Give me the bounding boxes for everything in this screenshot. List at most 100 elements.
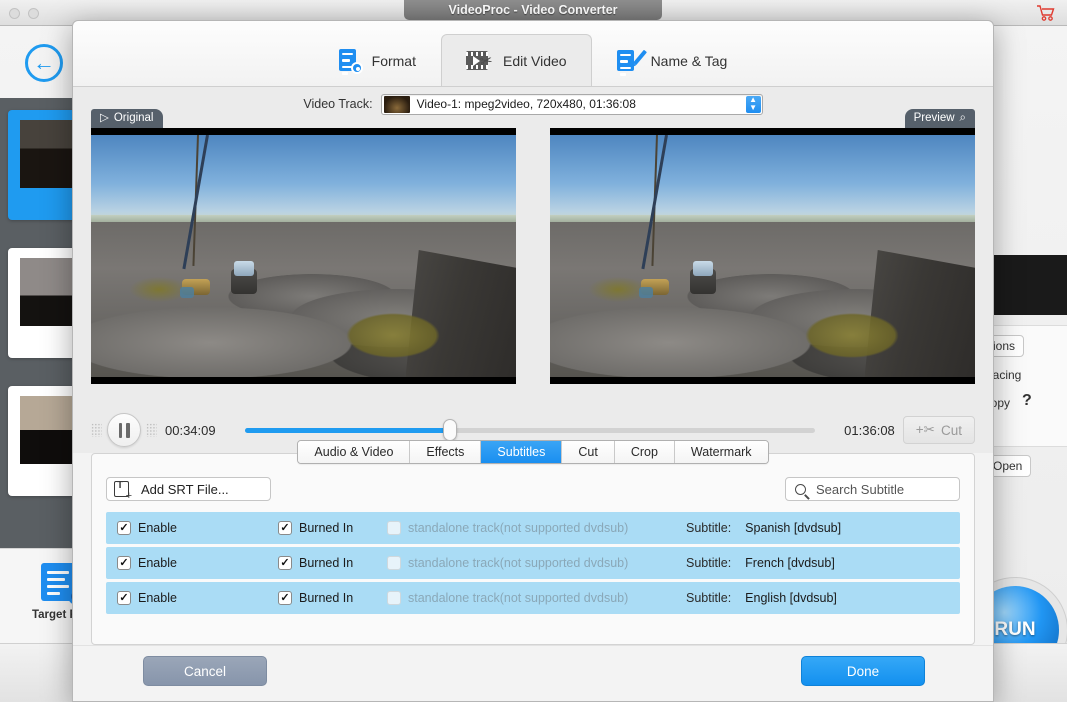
burned-in-label: Burned In	[299, 591, 354, 605]
standalone-checkbox-cell: standalone track(not supported dvdsub)	[387, 556, 628, 570]
shopping-cart-icon[interactable]	[1037, 5, 1055, 21]
original-badge[interactable]: ▷ Original	[91, 109, 163, 128]
edit-tab-cut[interactable]: Cut	[562, 441, 615, 463]
subtitle-name-cell: Subtitle: Spanish [dvdsub]	[686, 521, 841, 535]
help-icon[interactable]: ?	[1022, 392, 1032, 410]
video-track-value: Video-1: mpeg2video, 720x480, 01:36:08	[416, 97, 636, 111]
video-track-row: Video Track: Video-1: mpeg2video, 720x48…	[73, 87, 993, 121]
edit-tab-bar: Audio & Video Effects Subtitles Cut Crop…	[92, 440, 974, 464]
timeline-knob[interactable]	[443, 419, 458, 441]
enable-checkbox[interactable]	[117, 556, 131, 570]
window-traffic-lights[interactable]	[9, 8, 39, 19]
tab-format[interactable]: Format	[314, 34, 441, 86]
stepper-down-icon: ▼	[749, 103, 758, 112]
play-triangle-icon: ▷	[100, 112, 109, 124]
tab-format-label: Format	[371, 52, 416, 69]
add-srt-file-button[interactable]: + Add SRT File...	[106, 477, 271, 502]
burned-in-label: Burned In	[299, 521, 354, 535]
burned-in-checkbox[interactable]	[278, 521, 292, 535]
table-row[interactable]: Enable Burned In standalone track(not su…	[106, 512, 960, 544]
preview-badge-label: Preview	[913, 112, 955, 124]
search-subtitle-box[interactable]: Search Subtitle	[785, 477, 960, 501]
subtitle-toolbar: + Add SRT File... Search Subtitle	[106, 476, 960, 502]
cancel-button[interactable]: Cancel	[143, 656, 267, 686]
preview-area: ▷ Original Preview ⌕	[73, 109, 993, 407]
standalone-checkbox	[387, 556, 401, 570]
subtitle-value: French [dvdsub]	[745, 556, 835, 570]
search-icon	[795, 483, 806, 495]
enable-label: Enable	[138, 556, 177, 570]
film-scissors-icon: ✂	[465, 50, 494, 72]
tab-name-and-tag[interactable]: Name & Tag	[592, 34, 753, 86]
video-track-stepper[interactable]: ▲ ▼	[745, 95, 761, 113]
edit-tab-effects[interactable]: Effects	[410, 441, 482, 463]
output-video-frame	[550, 135, 975, 377]
video-track-select[interactable]: Video-1: mpeg2video, 720x480, 01:36:08 ▲…	[380, 93, 763, 115]
burned-in-checkbox-cell[interactable]: Burned In	[278, 556, 353, 570]
tab-edit-video-label: Edit Video	[502, 52, 567, 69]
burned-in-checkbox[interactable]	[278, 591, 292, 605]
burned-in-checkbox-cell[interactable]: Burned In	[278, 591, 353, 605]
standalone-label: standalone track(not supported dvdsub)	[408, 521, 629, 535]
enable-checkbox[interactable]	[117, 591, 131, 605]
enable-checkbox-cell[interactable]: Enable	[117, 591, 177, 605]
subtitle-value: English [dvdsub]	[745, 591, 837, 605]
done-button[interactable]: Done	[801, 656, 925, 686]
video-track-label: Video Track:	[303, 97, 373, 111]
left-grip-handle[interactable]	[91, 423, 102, 437]
search-subtitle-placeholder: Search Subtitle	[816, 481, 905, 497]
format-doc-gear-icon	[338, 48, 363, 75]
edit-tab-subtitles[interactable]: Subtitles	[481, 441, 563, 463]
standalone-checkbox-cell: standalone track(not supported dvdsub)	[387, 521, 628, 535]
edit-options-panel: Audio & Video Effects Subtitles Cut Crop…	[91, 440, 975, 645]
enable-checkbox-cell[interactable]: Enable	[117, 521, 177, 535]
enable-label: Enable	[138, 591, 177, 605]
right-grip-handle[interactable]	[146, 423, 157, 437]
window-title: VideoProc - Video Converter	[404, 0, 662, 20]
close-window-button[interactable]	[9, 8, 20, 19]
edit-tab-audio-video[interactable]: Audio & Video	[298, 441, 411, 463]
current-time: 00:34:09	[165, 422, 216, 438]
standalone-label: standalone track(not supported dvdsub)	[408, 591, 629, 605]
subtitle-row-list: Enable Burned In standalone track(not su…	[106, 512, 960, 617]
original-video-frame	[91, 135, 516, 377]
cut-button-label: Cut	[940, 422, 962, 438]
magnifier-icon: ⌕	[959, 112, 966, 124]
edit-video-dialog: Format ✂ Edit Video Name & Tag Video Tra…	[72, 20, 994, 702]
tab-edit-video[interactable]: ✂ Edit Video	[440, 34, 592, 86]
standalone-checkbox-cell: standalone track(not supported dvdsub)	[387, 591, 628, 605]
doc-pencil-icon	[616, 49, 647, 76]
enable-label: Enable	[138, 521, 177, 535]
standalone-checkbox	[387, 591, 401, 605]
original-badge-label: Original	[113, 112, 154, 124]
add-scissors-icon: +✂	[915, 422, 935, 437]
subtitle-field-label: Subtitle:	[686, 556, 732, 570]
standalone-label: standalone track(not supported dvdsub)	[408, 556, 629, 570]
video-track-thumbnail	[383, 95, 410, 113]
back-arrow-icon: ←	[25, 44, 63, 82]
edit-tab-watermark[interactable]: Watermark	[674, 441, 768, 463]
enable-checkbox[interactable]	[117, 521, 131, 535]
enable-checkbox-cell[interactable]: Enable	[117, 556, 177, 570]
output-video-preview[interactable]	[550, 128, 975, 384]
preview-badge[interactable]: Preview ⌕	[904, 109, 975, 128]
subtitle-name-cell: Subtitle: English [dvdsub]	[686, 591, 837, 605]
burned-in-checkbox[interactable]	[278, 556, 292, 570]
burned-in-label: Burned In	[299, 556, 354, 570]
table-row[interactable]: Enable Burned In standalone track(not su…	[106, 582, 960, 614]
table-row[interactable]: Enable Burned In standalone track(not su…	[106, 547, 960, 579]
minimize-window-button[interactable]	[28, 8, 39, 19]
tab-name-and-tag-label: Name & Tag	[650, 52, 728, 69]
original-video-preview[interactable]	[91, 128, 516, 384]
subtitle-field-label: Subtitle:	[686, 591, 732, 605]
subtitle-name-cell: Subtitle: French [dvdsub]	[686, 556, 835, 570]
add-srt-file-label: Add SRT File...	[141, 481, 229, 497]
subtitle-field-label: Subtitle:	[686, 521, 732, 535]
edit-tab-crop[interactable]: Crop	[614, 441, 675, 463]
timeline-progress-fill	[245, 427, 451, 433]
add-subtitle-file-icon: +	[114, 480, 132, 502]
dialog-footer: Cancel Done	[73, 645, 993, 701]
standalone-checkbox	[387, 521, 401, 535]
total-time: 01:36:08	[844, 422, 895, 438]
burned-in-checkbox-cell[interactable]: Burned In	[278, 521, 353, 535]
